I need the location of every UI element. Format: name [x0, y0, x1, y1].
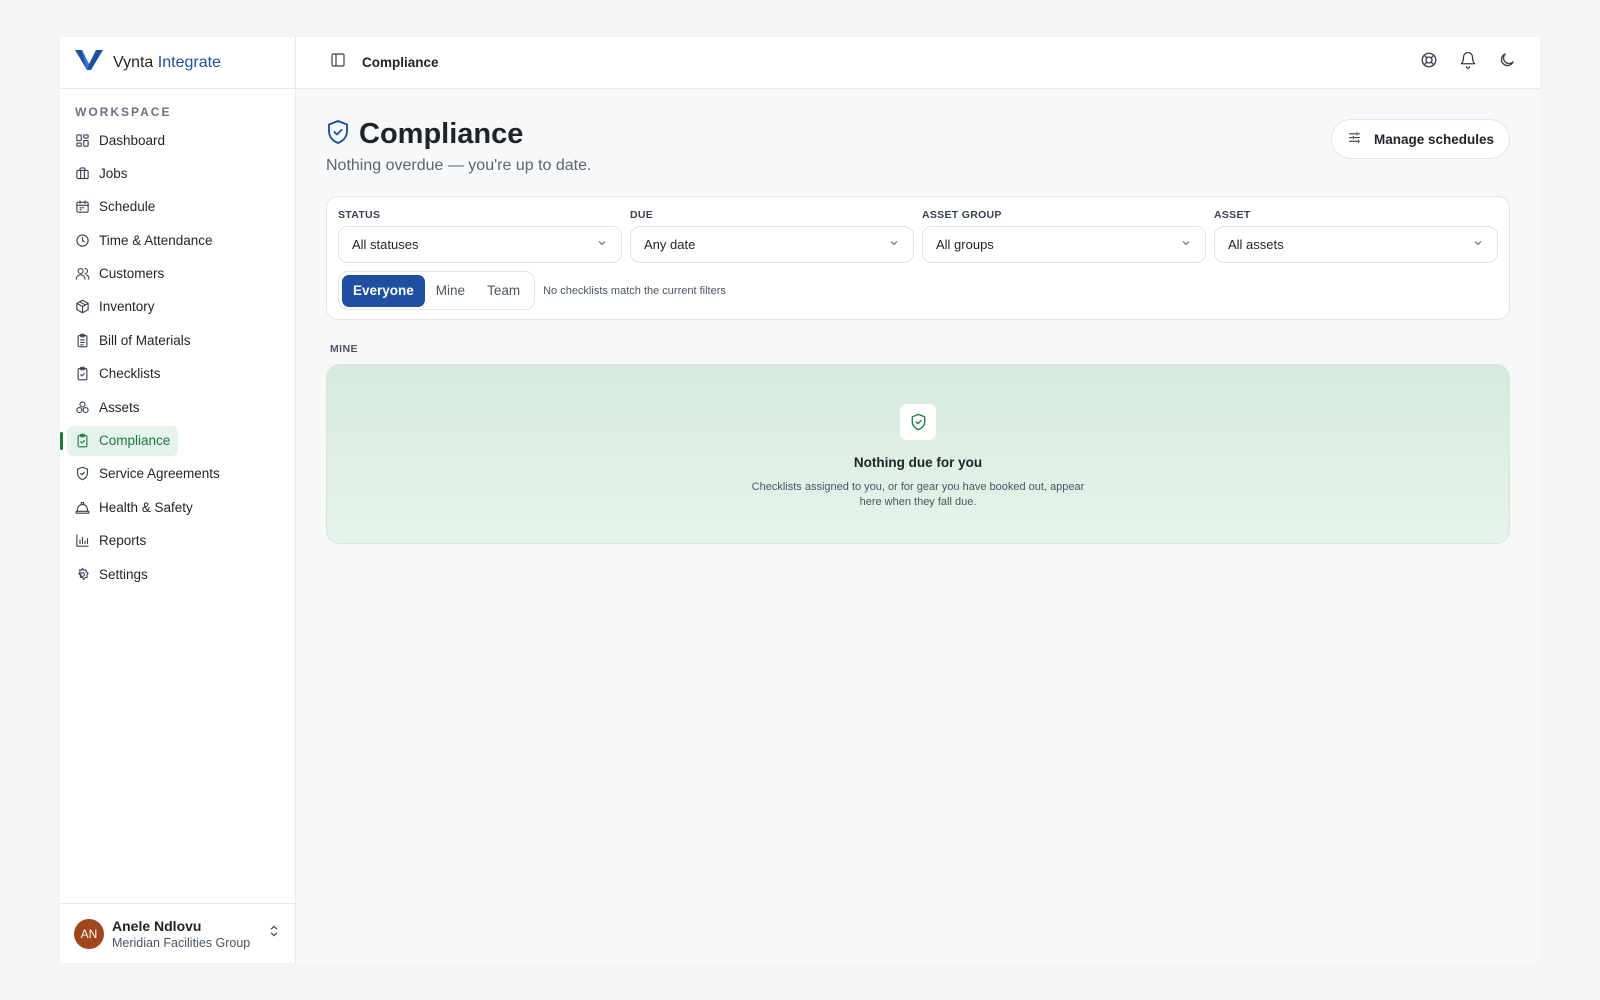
sidebar-item-label: Dashboard	[99, 132, 166, 148]
calendar-icon	[75, 199, 90, 214]
bell-icon[interactable]	[1459, 51, 1477, 74]
asset-filter-label: ASSET	[1214, 209, 1251, 221]
sidebar-item-time-attendance[interactable]: Time & Attendance	[67, 225, 221, 255]
sidebar-item-inventory[interactable]: Inventory	[67, 292, 163, 322]
sliders-icon	[1347, 130, 1362, 148]
sidebar-item-settings[interactable]: Settings	[67, 559, 156, 589]
sidebar-item-label: Reports	[99, 533, 147, 549]
sidebar-item-assets[interactable]: Assets	[67, 392, 148, 422]
moon-icon[interactable]	[1498, 51, 1516, 74]
sidebar-item-label: Compliance	[99, 433, 171, 449]
sidebar-nav: Dashboard Jobs Schedule Time & Attendanc…	[60, 125, 295, 592]
sidebar-item-label: Health & Safety	[99, 499, 193, 515]
sidebar-item-label: Jobs	[99, 165, 128, 181]
asset-group-select[interactable]: All groups	[922, 226, 1206, 263]
asset-group-select-value: All groups	[936, 237, 994, 252]
clipboard-list-icon	[75, 333, 90, 348]
section-label-mine: MINE	[330, 343, 358, 355]
shield-check-icon	[900, 404, 936, 440]
brand[interactable]: Vynta Integrate	[60, 37, 295, 89]
sidebar-item-label: Service Agreements	[99, 466, 220, 482]
main: Compliance Compliance Nothing overdue — …	[296, 37, 1540, 963]
sidebar-item-schedule[interactable]: Schedule	[67, 192, 163, 222]
breadcrumb: Compliance	[362, 55, 439, 70]
due-select-value: Any date	[644, 237, 696, 252]
clock-icon	[75, 233, 90, 248]
user-name: Anele Ndlovu	[112, 917, 202, 934]
avatar: AN	[74, 918, 104, 949]
nav-section-label: WORKSPACE	[75, 105, 172, 119]
status-filter-label: STATUS	[338, 209, 381, 221]
chevron-down-icon	[596, 237, 608, 252]
app-window: Vynta Integrate WORKSPACE Dashboard Jobs…	[60, 37, 1540, 963]
sidebar-item-label: Customers	[99, 266, 165, 282]
help-icon[interactable]	[1420, 51, 1438, 74]
bar-chart-icon	[75, 533, 90, 548]
sidebar-item-customers[interactable]: Customers	[67, 259, 172, 289]
clipboard-check-icon	[75, 366, 90, 381]
brand-name: Vynta Integrate	[113, 53, 221, 71]
chevron-up-down-icon[interactable]	[267, 924, 281, 943]
empty-state: Nothing due for you Checklists assigned …	[326, 364, 1510, 544]
clipboard-check-icon	[75, 433, 90, 448]
status-select-value: All statuses	[352, 237, 419, 252]
chevron-down-icon	[1472, 237, 1484, 252]
dashboard-icon	[75, 133, 90, 148]
status-select[interactable]: All statuses	[338, 226, 622, 263]
empty-state-description: Checklists assigned to you, or for gear …	[751, 481, 1085, 508]
gear-icon	[75, 567, 90, 582]
sidebar-item-label: Settings	[99, 566, 148, 582]
manage-schedules-label: Manage schedules	[1373, 131, 1494, 147]
shield-check-icon	[326, 119, 350, 150]
sidebar-item-reports[interactable]: Reports	[67, 526, 154, 556]
filter-hint: No checklists match the current filters	[543, 284, 726, 297]
manage-schedules-button[interactable]: Manage schedules	[1330, 119, 1510, 159]
sidebar-item-label: Bill of Materials	[99, 332, 191, 348]
asset-select-value: All assets	[1228, 237, 1284, 252]
sidebar-item-compliance[interactable]: Compliance	[60, 425, 179, 456]
due-filter-label: DUE	[630, 209, 654, 221]
sidebar-item-jobs[interactable]: Jobs	[67, 158, 136, 188]
scope-toggle: Everyone Mine Team	[338, 271, 536, 310]
hard-hat-icon	[75, 500, 90, 515]
filter-panel: STATUS All statuses DUE Any date ASSET G…	[326, 196, 1510, 320]
empty-state-title: Nothing due for you	[853, 455, 983, 470]
due-select[interactable]: Any date	[630, 226, 914, 263]
logo-icon	[74, 48, 104, 77]
sidebar-item-bill-of-materials[interactable]: Bill of Materials	[67, 325, 199, 355]
sidebar-item-label: Checklists	[99, 366, 161, 382]
asset-select[interactable]: All assets	[1214, 226, 1498, 263]
chevron-down-icon	[1180, 237, 1192, 252]
sidebar-toggle-icon[interactable]	[330, 52, 346, 73]
sidebar-item-checklists[interactable]: Checklists	[67, 359, 169, 389]
page-content: Compliance Nothing overdue — you're up t…	[296, 89, 1540, 544]
shapes-icon	[75, 400, 90, 415]
page-subtitle: Nothing overdue — you're up to date.	[326, 157, 592, 174]
chevron-down-icon	[888, 237, 900, 252]
shield-check-icon	[75, 466, 90, 481]
sidebar-item-dashboard[interactable]: Dashboard	[67, 125, 173, 155]
sidebar: Vynta Integrate WORKSPACE Dashboard Jobs…	[60, 37, 296, 963]
sidebar-item-label: Schedule	[99, 199, 156, 215]
sidebar-item-health-safety[interactable]: Health & Safety	[67, 492, 201, 522]
asset-group-filter-label: ASSET GROUP	[922, 209, 1002, 221]
user-menu[interactable]: AN Anele Ndlovu Meridian Facilities Grou…	[60, 903, 295, 963]
sidebar-item-label: Inventory	[99, 299, 155, 315]
users-icon	[75, 266, 90, 281]
user-org: Meridian Facilities Group	[112, 935, 251, 950]
topbar: Compliance	[296, 37, 1540, 89]
briefcase-icon	[75, 166, 90, 181]
scope-everyone[interactable]: Everyone	[342, 274, 425, 307]
sidebar-item-label: Time & Attendance	[99, 232, 213, 248]
package-icon	[75, 299, 90, 314]
page-title: Compliance	[359, 118, 524, 150]
sidebar-item-service-agreements[interactable]: Service Agreements	[67, 459, 228, 489]
sidebar-item-label: Assets	[99, 399, 140, 415]
scope-mine[interactable]: Mine	[425, 275, 476, 307]
scope-team[interactable]: Team	[476, 275, 531, 307]
